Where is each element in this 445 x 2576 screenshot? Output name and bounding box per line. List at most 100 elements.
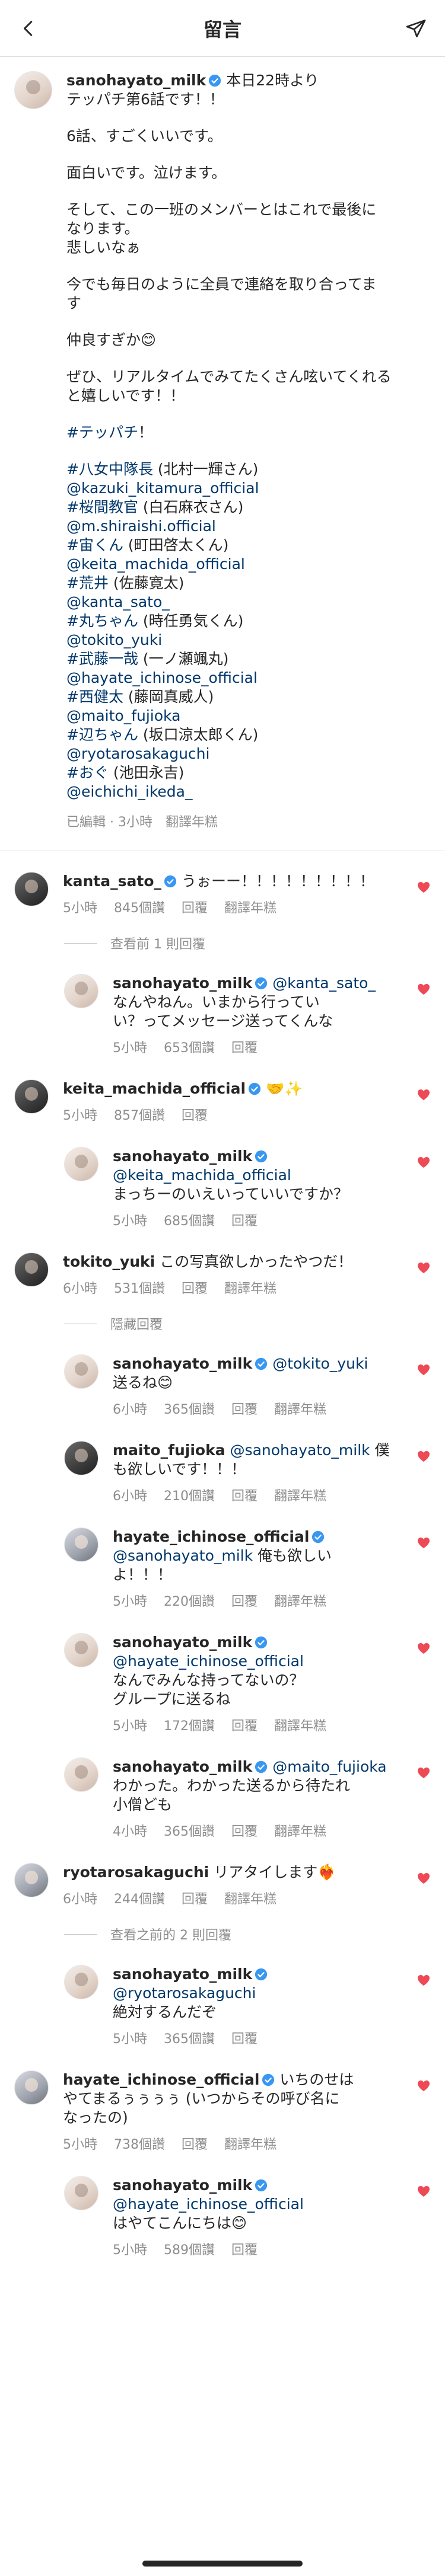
mention-link[interactable]: @ryotarosakaguchi xyxy=(66,745,209,762)
like-count[interactable]: 365個讚 xyxy=(164,2030,215,2049)
like-count[interactable]: 365個讚 xyxy=(164,1401,215,1420)
translate-link[interactable]: 翻譯年糕 xyxy=(274,1487,326,1506)
mention-link[interactable]: @kanta_sato_ xyxy=(272,974,376,992)
avatar[interactable] xyxy=(14,2070,49,2105)
like-count[interactable]: 857個讚 xyxy=(114,1107,165,1126)
comment-username[interactable]: sanohayato_milk xyxy=(113,1758,252,1775)
like-heart-icon[interactable] xyxy=(417,1261,431,1275)
like-heart-icon[interactable] xyxy=(417,880,431,894)
reply-button[interactable]: 回覆 xyxy=(231,1823,258,1842)
comment-username[interactable]: sanohayato_milk xyxy=(113,1148,252,1165)
reply-button[interactable]: 回覆 xyxy=(231,1039,258,1058)
like-heart-icon[interactable] xyxy=(417,1871,431,1885)
comment-username[interactable]: sanohayato_milk xyxy=(113,1965,252,1983)
translate-link[interactable]: 翻譯年糕 xyxy=(274,1593,326,1612)
comment-username[interactable]: keita_machida_official xyxy=(63,1080,246,1097)
like-heart-icon[interactable] xyxy=(417,2079,431,2093)
avatar[interactable] xyxy=(64,1965,98,1999)
mention-link[interactable]: @sanohayato_milk xyxy=(230,1442,370,1459)
avatar[interactable] xyxy=(64,1354,98,1389)
reply-button[interactable]: 回覆 xyxy=(231,2030,258,2049)
like-count[interactable]: 845個讚 xyxy=(114,899,165,918)
reply-button[interactable]: 回覆 xyxy=(182,1890,208,1909)
mention-link[interactable]: #桜間教官 xyxy=(66,498,138,516)
translate-link[interactable]: 翻譯年糕 xyxy=(224,1280,276,1299)
reply-button[interactable]: 回覆 xyxy=(182,1280,208,1299)
like-count[interactable]: 365個讚 xyxy=(164,1823,215,1842)
comment-username[interactable]: tokito_yuki xyxy=(63,1253,155,1270)
like-heart-icon[interactable] xyxy=(417,1363,431,1377)
mention-link[interactable]: @hayate_ichinose_official xyxy=(66,669,258,686)
mention-link[interactable]: @hayate_ichinose_official xyxy=(113,2195,304,2213)
reply-button[interactable]: 回覆 xyxy=(231,2241,258,2260)
like-count[interactable]: 210個讚 xyxy=(164,1487,215,1506)
mention-link[interactable]: @tokito_yuki xyxy=(272,1355,368,1372)
mention-link[interactable]: #丸ちゃん xyxy=(66,612,138,629)
like-heart-icon[interactable] xyxy=(417,1766,431,1780)
reply-button[interactable]: 回覆 xyxy=(231,1401,258,1420)
mention-link[interactable]: @kanta_sato_ xyxy=(66,593,170,611)
comment-username[interactable]: ryotarosakaguchi xyxy=(63,1864,209,1881)
comment-username[interactable]: sanohayato_milk xyxy=(113,1355,252,1372)
like-heart-icon[interactable] xyxy=(417,1536,431,1550)
avatar[interactable] xyxy=(64,974,98,1008)
mention-link[interactable]: #荒井 xyxy=(66,574,109,592)
reply-button[interactable]: 回覆 xyxy=(231,1593,258,1612)
caption-username[interactable]: sanohayato_milk xyxy=(66,72,206,89)
comment-username[interactable]: hayate_ichinose_official xyxy=(113,1528,309,1545)
like-heart-icon[interactable] xyxy=(417,2184,431,2198)
like-heart-icon[interactable] xyxy=(417,1973,431,1987)
mention-link[interactable]: @maito_fujioka xyxy=(272,1758,386,1775)
like-heart-icon[interactable] xyxy=(417,982,431,996)
mention-link[interactable]: #武藤一哉 xyxy=(66,650,138,667)
like-count[interactable]: 653個讚 xyxy=(164,1039,215,1058)
mention-link[interactable]: #辺ちゃん xyxy=(66,726,138,743)
mention-link[interactable]: @hayate_ichinose_official xyxy=(113,1653,304,1670)
translate-link[interactable]: 翻譯年糕 xyxy=(224,2136,276,2155)
reply-button[interactable]: 回覆 xyxy=(182,899,208,918)
comment-username[interactable]: kanta_sato_ xyxy=(63,872,161,890)
mention-link[interactable]: #西健太 xyxy=(66,688,123,705)
comment-username[interactable]: sanohayato_milk xyxy=(113,1634,252,1651)
like-count[interactable]: 244個讚 xyxy=(114,1890,165,1909)
mention-link[interactable]: @tokito_yuki xyxy=(66,631,162,648)
share-button[interactable] xyxy=(402,15,430,42)
mention-link[interactable]: #八女中隊長 xyxy=(66,461,153,478)
mention-link[interactable]: @m.shiraishi.official xyxy=(66,517,216,535)
like-count[interactable]: 589個讚 xyxy=(164,2241,215,2260)
avatar[interactable] xyxy=(64,1757,98,1792)
mention-link[interactable]: @ryotarosakaguchi xyxy=(113,1984,256,2002)
avatar[interactable] xyxy=(14,1863,49,1897)
avatar[interactable] xyxy=(64,1633,98,1667)
avatar[interactable] xyxy=(64,1441,98,1475)
avatar[interactable] xyxy=(14,1252,49,1287)
mention-link[interactable]: @kazuki_kitamura_official xyxy=(66,480,259,497)
translate-link[interactable]: 翻譯年糕 xyxy=(274,1717,326,1736)
like-heart-icon[interactable] xyxy=(417,1155,431,1169)
avatar[interactable] xyxy=(64,1527,98,1562)
translate-link[interactable]: 翻譯年糕 xyxy=(224,899,276,918)
translate-link[interactable]: 翻譯年糕 xyxy=(274,1401,326,1420)
translate-link[interactable]: 翻譯年糕 xyxy=(224,1890,276,1909)
comment-username[interactable]: hayate_ichinose_official xyxy=(63,2071,259,2088)
like-count[interactable]: 531個讚 xyxy=(114,1280,165,1299)
translate-link[interactable]: 翻譯年糕 xyxy=(274,1823,326,1842)
like-heart-icon[interactable] xyxy=(417,1088,431,1102)
toggle-replies-button[interactable]: 查看之前的 2 則回覆 xyxy=(64,1925,445,1944)
like-heart-icon[interactable] xyxy=(417,1641,431,1655)
avatar[interactable] xyxy=(64,1147,98,1181)
mention-link[interactable]: #テッパチ xyxy=(66,424,138,441)
avatar[interactable] xyxy=(64,2176,98,2210)
toggle-replies-button[interactable]: 查看前 1 則回覆 xyxy=(64,934,445,953)
reply-button[interactable]: 回覆 xyxy=(182,1107,208,1126)
like-count[interactable]: 685個讚 xyxy=(164,1212,215,1231)
translate-link[interactable]: 翻譯年糕 xyxy=(166,813,218,832)
like-count[interactable]: 220個讚 xyxy=(164,1593,215,1612)
mention-link[interactable]: @keita_machida_official xyxy=(113,1166,291,1184)
like-heart-icon[interactable] xyxy=(417,1449,431,1463)
reply-button[interactable]: 回覆 xyxy=(231,1487,258,1506)
comment-username[interactable]: sanohayato_milk xyxy=(113,974,252,992)
like-count[interactable]: 738個讚 xyxy=(114,2136,165,2155)
avatar[interactable] xyxy=(14,71,52,109)
mention-link[interactable]: @maito_fujioka xyxy=(66,707,180,724)
